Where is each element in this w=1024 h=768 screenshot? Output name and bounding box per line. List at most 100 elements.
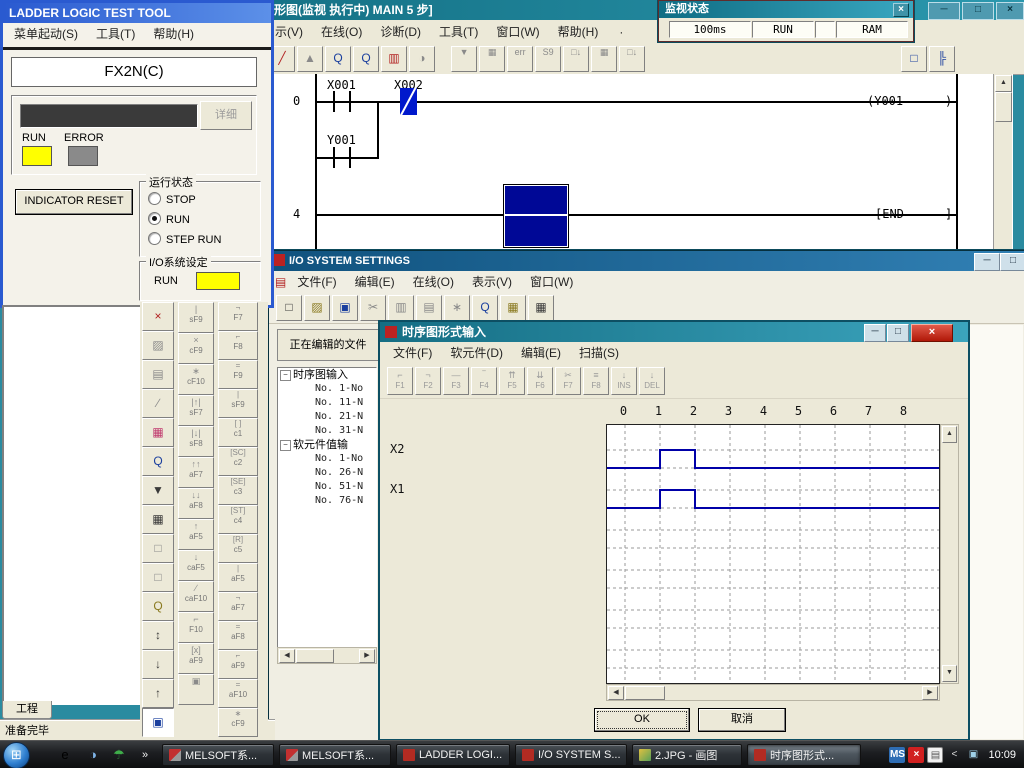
window-icon[interactable]: □ <box>142 534 174 563</box>
s1-s9-icon[interactable]: S9 <box>535 46 561 72</box>
media-icon[interactable]: ◑ <box>84 746 102 764</box>
zoom-blue-icon[interactable]: Q <box>142 447 174 476</box>
task-timing-input[interactable]: 时序图形式... <box>747 744 861 766</box>
delete-line-button[interactable]: ∗cF10 <box>178 364 214 395</box>
high-level-button[interactable]: ‾F4 <box>471 367 497 395</box>
screen-display-button[interactable]: ▣ <box>142 708 174 737</box>
io-menu-item[interactable]: 文件(F) <box>288 275 345 289</box>
tree-group-device[interactable]: −软元件值输 <box>278 438 376 452</box>
window-split-icon[interactable]: ▥ <box>381 46 407 72</box>
open-icon[interactable]: ▨ <box>304 295 330 321</box>
device-grid-icon[interactable]: ▦ <box>142 418 174 447</box>
hline-button[interactable]: ⌐F10 <box>178 612 214 643</box>
test-tool-menu-item[interactable]: 菜单起动(S) <box>5 27 87 41</box>
option-icon[interactable]: ∗ <box>444 295 470 321</box>
scroll-thumb[interactable] <box>296 649 334 663</box>
scroll-right-icon[interactable]: ▶ <box>359 649 375 663</box>
zoom-in-icon[interactable]: Q <box>325 46 351 72</box>
new-icon[interactable]: □ <box>276 295 302 321</box>
test-tool-menu-item[interactable]: 工具(T) <box>87 27 144 41</box>
tree-item[interactable]: No. 31-N <box>278 424 376 438</box>
close-button[interactable]: × <box>911 324 953 342</box>
delete-star-button[interactable]: ∗cF9 <box>218 708 258 737</box>
scroll-left-icon[interactable]: ◀ <box>279 649 295 663</box>
edit-disabled3-icon[interactable]: ∕ <box>142 389 174 418</box>
scroll-thumb[interactable] <box>625 686 665 700</box>
step-down-icon[interactable]: ▼ <box>142 476 174 505</box>
cancel-button[interactable]: 取消 <box>698 708 786 732</box>
tree-item[interactable]: No. 1-No <box>278 382 376 396</box>
tile-icon[interactable]: ▦ <box>591 46 617 72</box>
ie-icon[interactable]: e <box>56 746 74 764</box>
delete-button[interactable]: ↓DEL <box>639 367 665 395</box>
r-button[interactable]: [R]c5 <box>218 534 258 563</box>
tree-item[interactable]: No. 21-N <box>278 410 376 424</box>
edit-disabled2-icon[interactable]: ▤ <box>142 360 174 389</box>
io-file-tree[interactable]: −时序图输入No. 1-NoNo. 11-NNo. 21-NNo. 31-N−软… <box>277 367 377 649</box>
vline-button[interactable]: |sF9 <box>178 302 214 333</box>
se-button[interactable]: [SE]c3 <box>218 476 258 505</box>
device-window-button[interactable]: ▣ <box>178 674 214 705</box>
pulse-down-parallel-button[interactable]: ↓↓aF8 <box>178 488 214 519</box>
indicator-reset-button[interactable]: INDICATOR RESET <box>15 189 133 215</box>
multi-fall-button[interactable]: ⇊F6 <box>527 367 553 395</box>
rung-line-button[interactable]: =aF10 <box>218 679 258 708</box>
tree-item[interactable]: No. 1-No <box>278 452 376 466</box>
tree-item[interactable]: No. 26-N <box>278 466 376 480</box>
task-ladder-tool[interactable]: LADDER LOGI... <box>396 744 510 766</box>
alert-close-icon[interactable]: × <box>908 747 924 763</box>
io-menu-item[interactable]: 窗口(W) <box>521 275 582 289</box>
rung-down-button[interactable]: ⌐aF9 <box>218 650 258 679</box>
task-paint[interactable]: 2.JPG - 画图 <box>632 744 742 766</box>
zoom-yellow-icon[interactable]: Q <box>142 592 174 621</box>
project-tree-icon[interactable]: ╠ <box>929 46 955 72</box>
detail-button[interactable]: 详细 <box>200 101 252 130</box>
step-stop-icon[interactable]: ▦ <box>142 505 174 534</box>
tray-collapse-icon[interactable]: < <box>946 747 962 763</box>
row-insert-icon[interactable]: ↓ <box>142 650 174 679</box>
gx-menu-item[interactable]: 窗口(W) <box>487 25 548 39</box>
down-line-button[interactable]: ↓caF5 <box>178 550 214 581</box>
project-workspace[interactable] <box>2 305 142 705</box>
maximize-button[interactable]: □ <box>887 324 909 342</box>
project-tab[interactable]: 工程 <box>2 701 52 719</box>
cut-icon[interactable]: ✂ <box>360 295 386 321</box>
window2-icon[interactable]: □ <box>142 563 174 592</box>
low-level-button[interactable]: —F3 <box>443 367 469 395</box>
copy-range-button[interactable]: ≡F8 <box>583 367 609 395</box>
gx-menu-item[interactable]: 工具(T) <box>430 25 487 39</box>
pulse-up-contact-button[interactable]: |↑|sF7 <box>178 395 214 426</box>
close-branch-button[interactable]: =aF8 <box>218 621 258 650</box>
radio-icon[interactable] <box>148 212 161 225</box>
tree-hscrollbar[interactable]: ◀ ▶ <box>277 647 377 664</box>
scroll-down-icon[interactable]: ▼ <box>942 665 957 682</box>
task-melsoft-1[interactable]: MELSOFT系... <box>162 744 274 766</box>
minimize-button[interactable]: ─ <box>974 253 1000 271</box>
umbrella-icon[interactable]: ☂ <box>110 746 128 764</box>
refresh-icon[interactable]: ◑ <box>409 46 435 72</box>
coil-button[interactable]: ¬F7 <box>218 302 258 331</box>
close-button[interactable]: × <box>996 2 1024 20</box>
timing-menu-item[interactable]: 文件(F) <box>384 346 441 360</box>
test-tool-menu-item[interactable]: 帮助(H) <box>144 27 203 41</box>
scroll-left-icon[interactable]: ◀ <box>608 686 624 700</box>
task-io-settings[interactable]: I/O SYSTEM S... <box>515 744 627 766</box>
row-updown-icon[interactable]: ↕ <box>142 621 174 650</box>
hline-draw-button[interactable]: =F9 <box>218 360 258 389</box>
app-instruction-button[interactable]: ⌐F8 <box>218 331 258 360</box>
tree-item[interactable]: No. 51-N <box>278 480 376 494</box>
pulse-up-parallel-button[interactable]: ↑↑aF7 <box>178 457 214 488</box>
timing-menu-item[interactable]: 软元件(D) <box>441 346 512 360</box>
doc-preview-icon[interactable]: □ <box>901 46 927 72</box>
quicklaunch-chevron-icon[interactable]: » <box>136 746 154 764</box>
close-icon[interactable]: × <box>893 3 909 17</box>
rise-edge-button[interactable]: ⌐F1 <box>387 367 413 395</box>
run-state-radio[interactable]: STOP <box>148 190 260 210</box>
zoom-out-icon[interactable]: Q <box>353 46 379 72</box>
run-state-radio[interactable]: RUN <box>148 210 260 230</box>
fall-edge-button[interactable]: ¬F2 <box>415 367 441 395</box>
monitor-start-icon[interactable]: ▼ <box>451 46 477 72</box>
ok-button[interactable]: OK <box>594 708 690 732</box>
edit-disabled-icon[interactable]: ▨ <box>142 331 174 360</box>
pulse-down-contact-button[interactable]: |↓|sF8 <box>178 426 214 457</box>
